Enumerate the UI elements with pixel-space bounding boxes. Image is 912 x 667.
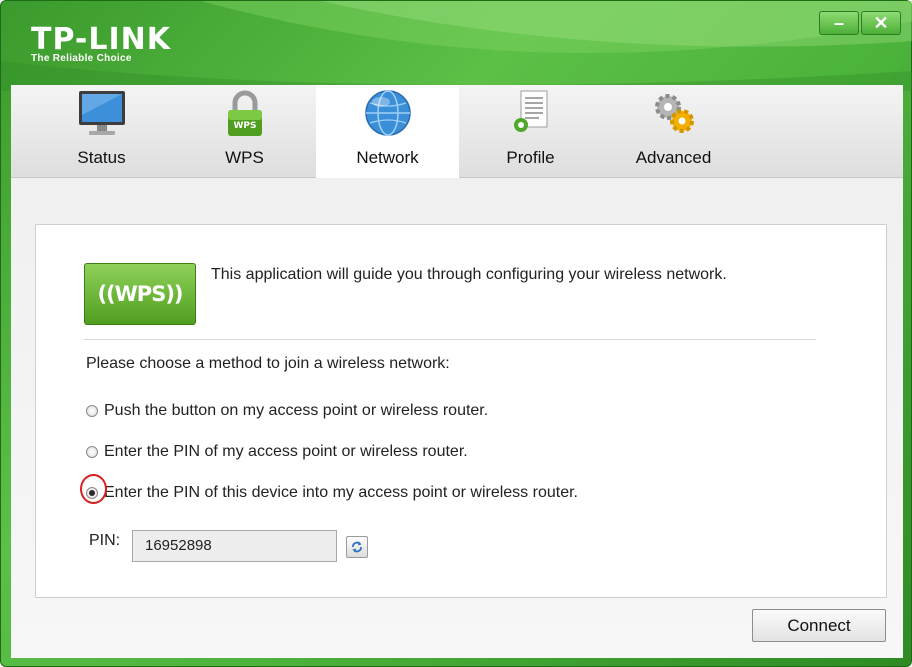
tab-bar: Status WPS WPS Network Profile Advanced bbox=[11, 85, 903, 178]
refresh-pin-button[interactable] bbox=[346, 536, 368, 558]
selection-highlight-circle bbox=[80, 474, 107, 504]
minimize-button[interactable]: – bbox=[819, 11, 859, 35]
option-enter-ap-pin-label: Enter the PIN of my access point or wire… bbox=[104, 443, 468, 460]
option-enter-ap-pin[interactable]: Enter the PIN of my access point or wire… bbox=[86, 443, 468, 461]
option-push-button-label: Push the button on my access point or wi… bbox=[104, 402, 489, 419]
radio-enter-ap-pin[interactable] bbox=[86, 446, 98, 458]
tab-wps-label: WPS bbox=[225, 148, 264, 167]
tab-status[interactable]: Status bbox=[30, 85, 173, 177]
option-device-pin[interactable]: Enter the PIN of this device into my acc… bbox=[86, 484, 578, 502]
divider bbox=[84, 339, 816, 340]
svg-text:WPS: WPS bbox=[233, 121, 256, 131]
tab-profile[interactable]: Profile bbox=[459, 85, 602, 177]
tab-network[interactable]: Network bbox=[316, 85, 459, 178]
globe-icon bbox=[364, 90, 411, 136]
wps-lock-icon: WPS bbox=[227, 90, 262, 136]
tab-status-label: Status bbox=[77, 148, 126, 167]
profile-document-icon bbox=[513, 90, 547, 132]
tp-link-utility-window: TP-LINK The Reliable Choice – ✕ Status W… bbox=[0, 0, 912, 667]
radio-push-button[interactable] bbox=[86, 405, 98, 417]
tab-advanced[interactable]: Advanced bbox=[602, 85, 745, 177]
method-prompt: Please choose a method to join a wireles… bbox=[86, 355, 450, 372]
wps-setup-group: ((WPS)) This application will guide you … bbox=[35, 224, 887, 598]
close-button[interactable]: ✕ bbox=[861, 11, 901, 35]
wps-content-area: ((WPS)) This application will guide you … bbox=[11, 178, 903, 658]
tab-profile-label: Profile bbox=[506, 148, 555, 167]
tab-network-label: Network bbox=[356, 148, 419, 167]
tp-link-logo: TP-LINK The Reliable Choice bbox=[31, 22, 172, 65]
brand-name: TP-LINK bbox=[31, 22, 172, 57]
gears-icon bbox=[654, 94, 694, 133]
option-push-button[interactable]: Push the button on my access point or wi… bbox=[86, 402, 488, 420]
tab-advanced-label: Advanced bbox=[635, 148, 712, 167]
monitor-icon bbox=[78, 91, 125, 135]
pin-field: 16952898 bbox=[132, 530, 337, 562]
tab-wps[interactable]: WPS WPS bbox=[173, 85, 316, 177]
wps-logo: ((WPS)) bbox=[84, 263, 196, 325]
option-device-pin-label: Enter the PIN of this device into my acc… bbox=[104, 484, 578, 501]
window-controls: – ✕ bbox=[819, 11, 901, 35]
wps-intro-text: This application will guide you through … bbox=[211, 266, 727, 283]
refresh-icon bbox=[352, 541, 362, 553]
main-panel: Status WPS WPS Network Profile Advanced … bbox=[11, 85, 903, 658]
connect-button[interactable]: Connect bbox=[752, 609, 886, 642]
pin-label: PIN: bbox=[89, 532, 121, 549]
